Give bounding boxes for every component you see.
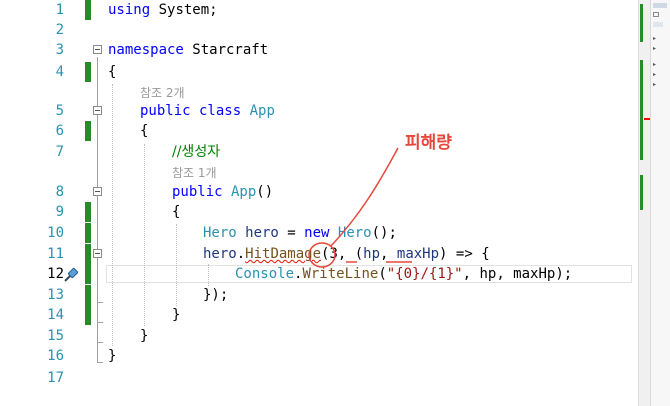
annotation-circle xyxy=(308,242,336,268)
panel-expand-arrow-icon[interactable]: ▸ xyxy=(653,36,656,42)
panel-expand-arrow-icon[interactable]: ▸ xyxy=(653,72,656,78)
scrollbar-change-mark xyxy=(640,60,643,160)
vertical-scrollbar[interactable] xyxy=(638,0,650,406)
panel-item xyxy=(653,22,663,27)
annotation-arrow-line xyxy=(330,147,399,247)
panel-header-bar xyxy=(653,3,667,8)
code-editor[interactable]: 1 using System; 2 3 namespace Starcraft … xyxy=(0,0,638,406)
panel-expand-arrow-icon[interactable]: ▸ xyxy=(653,46,656,52)
panel-icon xyxy=(653,12,659,17)
annotation-label: 피해량 xyxy=(405,133,452,153)
side-panel[interactable]: ▸ ▸ ▸ ▸ ▸ xyxy=(650,0,670,406)
panel-expand-arrow-icon[interactable]: ▸ xyxy=(653,82,656,88)
scrollbar-change-mark xyxy=(640,175,643,210)
scrollbar-change-mark xyxy=(640,4,643,42)
panel-expand-arrow-icon[interactable]: ▸ xyxy=(653,62,656,68)
annotation-overlay xyxy=(308,147,412,268)
